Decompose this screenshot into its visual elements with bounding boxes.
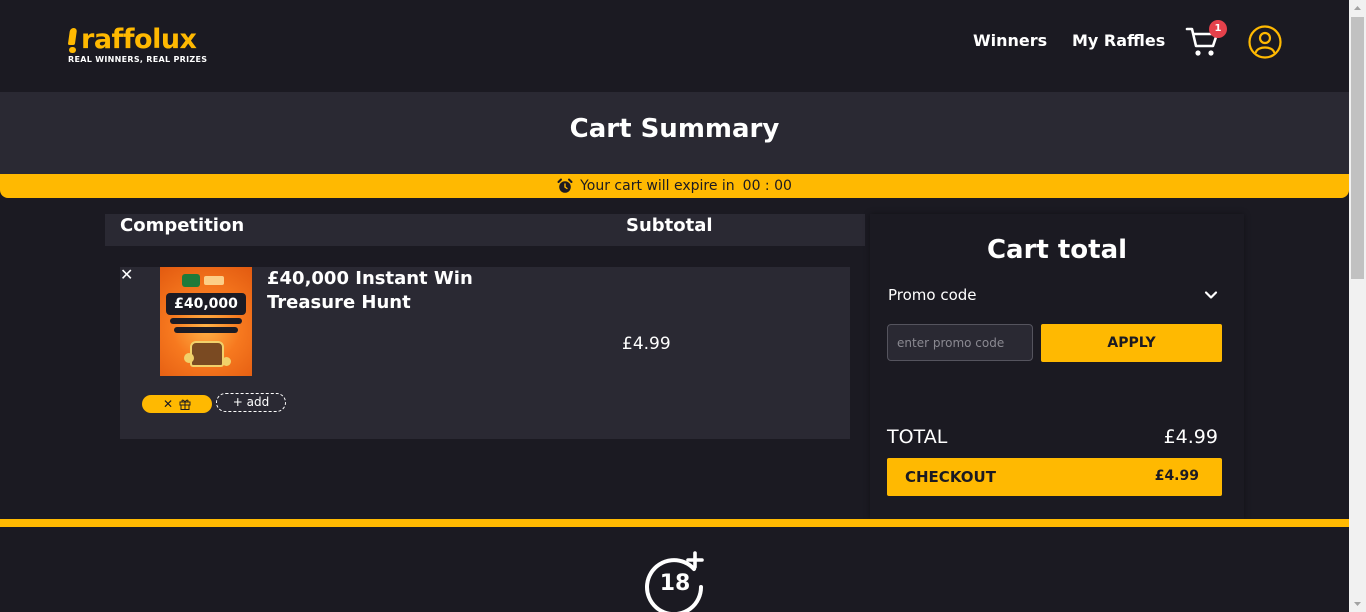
page-title: Cart Summary [569, 114, 780, 144]
competition-name[interactable]: £40,000 Instant Win Treasure Hunt [267, 267, 567, 315]
thumbnail-strip [170, 318, 242, 324]
chevron-down-icon [1204, 291, 1218, 299]
competition-thumbnail[interactable]: £40,000 [160, 267, 252, 376]
checkout-label: CHECKOUT [905, 468, 996, 486]
checkout-amount: £4.99 [1154, 468, 1199, 484]
apply-promo-button[interactable]: APPLY [1041, 324, 1222, 362]
cart-item-row: ✕ £40,000 £40,000 Instant Win Treasure H… [120, 267, 850, 439]
cart-table-header: Competition Subtotal [105, 214, 865, 246]
logo-tagline: REAL WINNERS, REAL PRIZES [68, 55, 208, 64]
age-18-plus-icon: 18 [645, 551, 704, 612]
expiry-timer: 00 : 00 [742, 178, 792, 194]
nav-winners-link[interactable]: Winners [973, 31, 1047, 50]
age-badge-text: 18 [660, 571, 691, 596]
scroll-up-arrow-icon[interactable] [1349, 0, 1366, 17]
page-scrollbar[interactable] [1349, 0, 1366, 612]
gift-remove-icon: ✕ [162, 397, 174, 411]
logo-mark-icon [67, 25, 78, 55]
promo-code-input[interactable] [887, 324, 1033, 361]
remove-item-button[interactable]: ✕ [120, 267, 133, 283]
thumbnail-strip [174, 327, 238, 333]
crest-icon [182, 274, 200, 287]
expiry-text: Your cart will expire in [580, 178, 735, 194]
badge-icon [204, 276, 224, 285]
cart-button[interactable]: 1 [1185, 20, 1227, 60]
site-footer: 18 [0, 527, 1349, 612]
coin-icon [184, 353, 194, 363]
site-header: raffolux REAL WINNERS, REAL PRIZES Winne… [0, 0, 1349, 92]
total-value: £4.99 [1163, 426, 1218, 448]
gift-icon [179, 399, 191, 410]
competition-column-header: Competition [120, 215, 245, 236]
scroll-down-arrow-icon[interactable] [1349, 595, 1366, 612]
total-label: TOTAL [887, 426, 948, 448]
add-gift-button[interactable]: + add [216, 393, 286, 412]
nav-my-raffles-link[interactable]: My Raffles [1072, 31, 1165, 50]
cart-total-title: Cart total [986, 235, 1128, 265]
checkout-button[interactable]: CHECKOUT £4.99 [887, 458, 1222, 496]
account-button[interactable] [1248, 25, 1282, 59]
gift-toggle-button[interactable]: ✕ [142, 395, 212, 413]
scrollbar-thumb[interactable] [1351, 17, 1364, 279]
footer-divider [0, 519, 1349, 527]
raffolux-logo[interactable]: raffolux REAL WINNERS, REAL PRIZES [67, 24, 208, 64]
title-band: Cart Summary [0, 92, 1349, 174]
cart-count-badge: 1 [1209, 20, 1227, 38]
item-subtotal: £4.99 [622, 334, 671, 354]
promo-code-label: Promo code [888, 286, 977, 304]
treasure-chest-icon [190, 341, 224, 367]
user-icon [1248, 25, 1282, 59]
cart-expiry-bar: Your cart will expire in 00 : 00 [0, 174, 1349, 198]
promo-code-toggle[interactable]: Promo code [887, 276, 1222, 318]
thumbnail-amount: £40,000 [166, 293, 246, 315]
subtotal-column-header: Subtotal [626, 215, 713, 236]
cart-total-panel: Cart total Promo code APPLY TOTAL £4.99 … [870, 214, 1244, 519]
coin-icon [222, 357, 231, 366]
logo-wordmark: raffolux [81, 24, 197, 55]
alarm-clock-icon [557, 178, 573, 193]
